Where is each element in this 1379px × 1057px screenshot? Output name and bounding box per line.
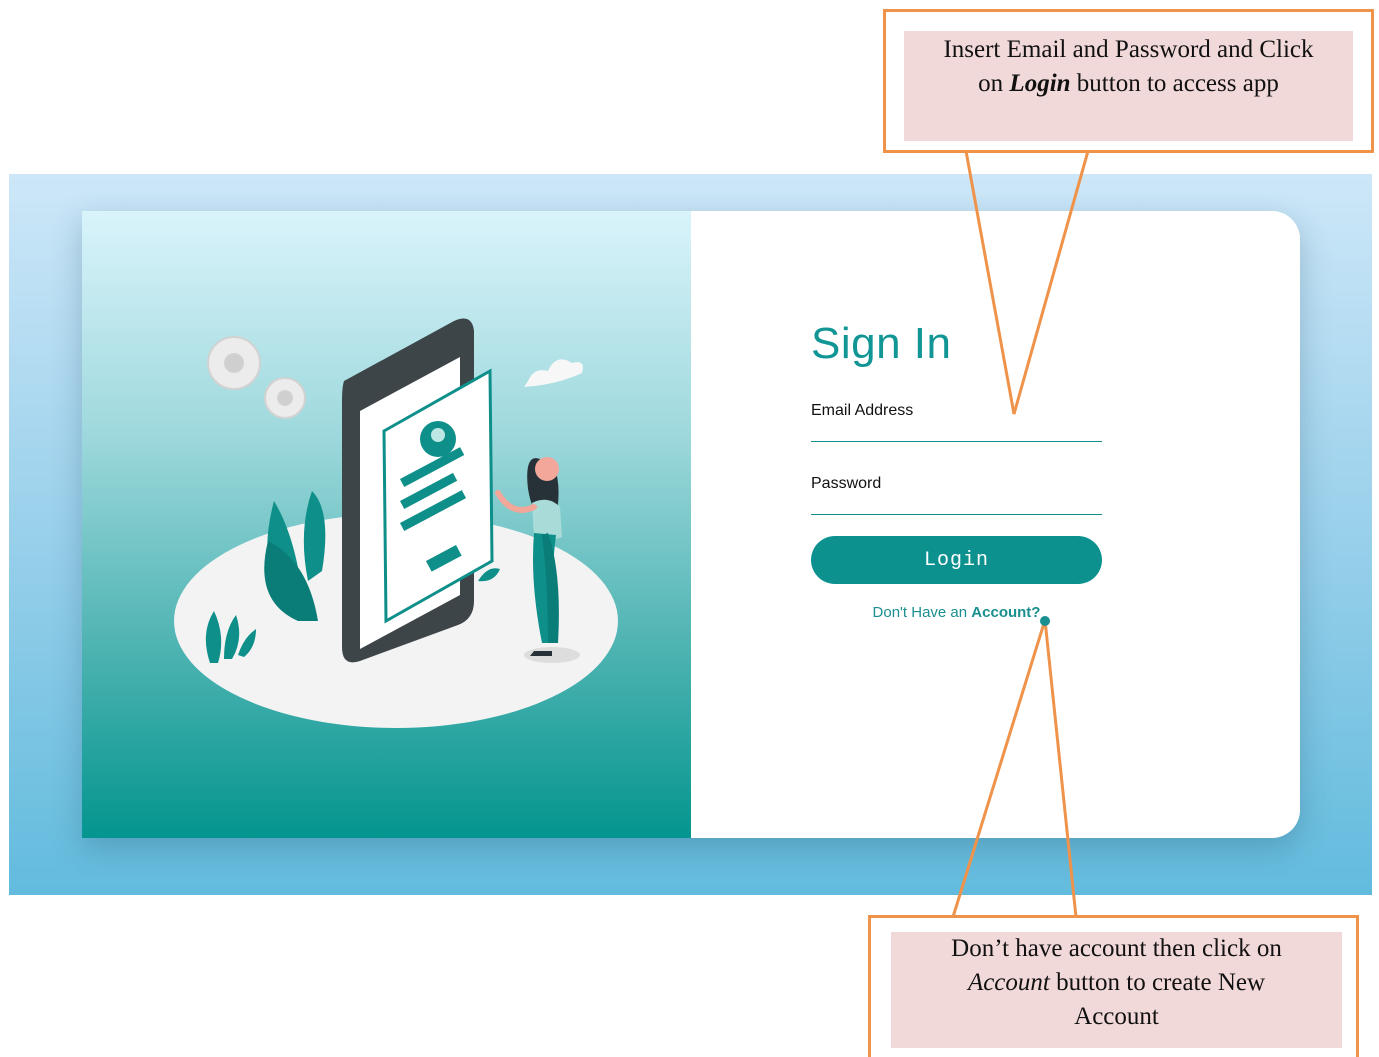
account-link[interactable]: Account?	[971, 604, 1040, 621]
account-instruction-line1: Don’t have account then click on	[951, 935, 1282, 962]
gear-icon	[207, 336, 306, 419]
password-field[interactable]	[811, 484, 1102, 515]
login-instruction-text: Insert Email and Password and Click on L…	[904, 31, 1353, 141]
login-instruction-line2-pre: on	[978, 70, 1010, 97]
login-button[interactable]: Login	[811, 536, 1102, 584]
account-instruction-emphasis: Account	[967, 969, 1050, 996]
account-instruction-callout: Don’t have account then click on Account…	[868, 915, 1359, 1057]
phone-profile-illustration-icon	[174, 318, 618, 728]
email-field[interactable]	[811, 411, 1102, 442]
login-instruction-emphasis: Login	[1009, 70, 1071, 97]
login-instruction-line2: on Login button to access app	[904, 67, 1353, 101]
account-instruction-line3: Account	[1074, 1003, 1159, 1030]
signup-prompt: Don't Have an Account?	[811, 604, 1102, 621]
illustration-panel	[82, 211, 691, 838]
cloud-icon	[524, 359, 583, 387]
login-instruction-line2-post: button to access app	[1070, 70, 1279, 97]
page-title: Sign In	[811, 319, 952, 368]
tutorial-page: Sign In Email Address Password Login Don…	[0, 0, 1379, 1057]
login-card: Sign In Email Address Password Login Don…	[82, 211, 1300, 838]
login-instruction-callout: Insert Email and Password and Click on L…	[883, 9, 1374, 153]
login-form-panel: Sign In Email Address Password Login Don…	[691, 211, 1300, 838]
account-instruction-text: Don’t have account then click on Account…	[891, 932, 1342, 1048]
signup-prompt-text: Don't Have an	[872, 604, 972, 621]
account-instruction-line2-post: button to create New	[1049, 969, 1266, 996]
login-instruction-line1: Insert Email and Password and Click	[943, 36, 1314, 63]
account-instruction-line2: Account button to create New	[891, 966, 1342, 1000]
